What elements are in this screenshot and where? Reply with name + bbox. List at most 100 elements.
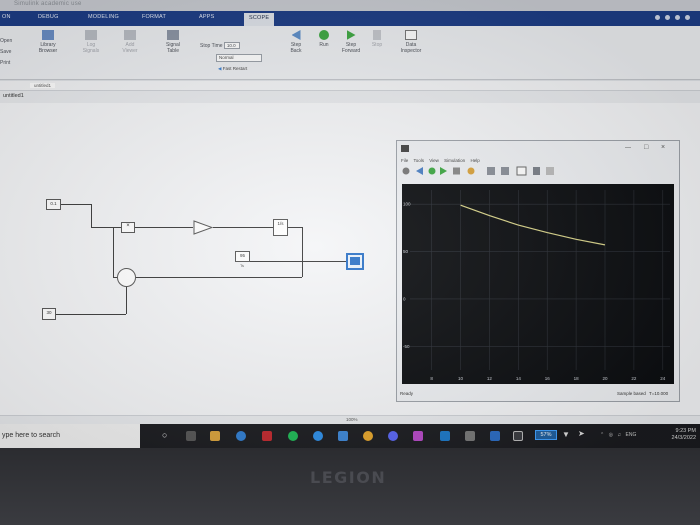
- scope-menu-simulation[interactable]: Simulation: [444, 158, 465, 163]
- tab-format[interactable]: FORMAT: [142, 14, 166, 20]
- model-breadcrumb[interactable]: untitled1: [30, 83, 56, 88]
- wire: [213, 227, 273, 228]
- gain-block[interactable]: [193, 220, 213, 235]
- tab-debug[interactable]: DEBUG: [38, 14, 59, 20]
- print-menu-item[interactable]: Print: [0, 58, 12, 69]
- add-viewer-button[interactable]: Add Viewer: [118, 30, 142, 54]
- telegram-icon[interactable]: [313, 431, 323, 441]
- account-icon[interactable]: [685, 15, 690, 20]
- transfer-function-label: Ts: [240, 263, 244, 268]
- settings-icon[interactable]: [402, 167, 410, 175]
- tab-scope[interactable]: SCOPE: [244, 13, 275, 26]
- transfer-function-block[interactable]: 95: [235, 251, 250, 262]
- edge-icon[interactable]: [236, 431, 246, 441]
- edit-icon[interactable]: [546, 167, 554, 175]
- maximize-icon[interactable]: □: [644, 144, 648, 151]
- taskbar-search[interactable]: ype here to search: [0, 424, 140, 448]
- autoscale-icon[interactable]: [516, 166, 527, 176]
- scope-status-ready: Ready: [400, 391, 414, 396]
- highlight-icon[interactable]: [467, 167, 475, 175]
- step-forward-icon[interactable]: [440, 167, 447, 175]
- scope-plot[interactable]: 8 10 12 14 16 18 20 22 24100500-50: [402, 184, 674, 384]
- windows-taskbar: ype here to search ○ 57% ▼ ➤ ⌃ ◎ ♫ ENG 9…: [0, 424, 700, 448]
- settings-icon[interactable]: [675, 15, 680, 20]
- power-icon[interactable]: ▼: [562, 430, 570, 439]
- screen: Simulink academic use ON DEBUG MODELING …: [0, 0, 700, 448]
- step-back-button[interactable]: Step Back: [286, 30, 306, 54]
- run-icon: [319, 30, 329, 40]
- simulation-mode-select[interactable]: Normal: [216, 54, 262, 62]
- task-view-icon[interactable]: [186, 431, 196, 441]
- constant-block-top[interactable]: 0.1: [46, 199, 61, 210]
- stop-icon: [373, 30, 381, 40]
- x-tick-label: 18: [574, 376, 580, 381]
- tab-on[interactable]: ON: [2, 14, 11, 20]
- y-tick-label: 100: [403, 202, 411, 207]
- zoom-icon[interactable]: [487, 167, 495, 175]
- language-indicator[interactable]: ENG: [626, 432, 637, 438]
- spotify-icon[interactable]: [288, 431, 298, 441]
- discord-icon[interactable]: [388, 431, 398, 441]
- arrow-icon[interactable]: ➤: [578, 429, 585, 438]
- scope-time: T=10.000: [649, 391, 669, 396]
- zoom-x-icon[interactable]: [501, 167, 509, 175]
- minimize-icon[interactable]: —: [625, 145, 631, 151]
- matlab-icon[interactable]: [262, 431, 272, 441]
- scope-menu-view[interactable]: View: [429, 158, 439, 163]
- app-icon[interactable]: [513, 431, 523, 441]
- chevron-up-icon[interactable]: ⌃: [600, 432, 604, 438]
- file-explorer-icon[interactable]: [210, 431, 220, 441]
- stop-icon[interactable]: [453, 167, 460, 175]
- stop-button[interactable]: Stop: [370, 30, 384, 48]
- scope-statusbar: Ready Sample based T=10.000: [397, 388, 681, 402]
- help-icon[interactable]: [655, 15, 660, 20]
- saturation-block[interactable]: 1/s: [273, 219, 288, 236]
- network-icon[interactable]: ◎: [609, 432, 613, 438]
- add-viewer-icon: [124, 30, 136, 40]
- step-back-icon[interactable]: [416, 167, 423, 175]
- word-icon[interactable]: [338, 431, 348, 441]
- ribbon-toolstrip: Open Save Print Library Browser LIBRARY …: [0, 26, 700, 104]
- sum-block[interactable]: [117, 268, 136, 287]
- battery-indicator[interactable]: 57%: [535, 430, 557, 440]
- log-signals-button[interactable]: Log Signals: [80, 30, 102, 54]
- data-inspector-button[interactable]: Data Inspector: [398, 30, 424, 54]
- clock[interactable]: 9:23 PM 24/3/2022: [672, 428, 696, 442]
- photo-of-laptop-screen: Simulink academic use ON DEBUG MODELING …: [0, 0, 700, 525]
- app-icon[interactable]: [440, 431, 450, 441]
- fast-restart-button[interactable]: ◀ Fast Restart: [218, 66, 247, 72]
- constant-block-bottom[interactable]: 30: [42, 308, 56, 320]
- scope-menu-help[interactable]: Help: [470, 158, 479, 163]
- close-icon[interactable]: ×: [661, 144, 665, 151]
- notification-icon[interactable]: [665, 15, 670, 20]
- data-inspector-icon: [405, 30, 417, 40]
- scope-block[interactable]: [346, 253, 364, 270]
- save-menu-item[interactable]: Save: [0, 47, 12, 58]
- tab-apps[interactable]: APPS: [199, 14, 214, 20]
- scope-menu-tools[interactable]: Tools: [413, 158, 424, 163]
- step-forward-button[interactable]: Step Forward: [340, 30, 362, 54]
- volume-icon[interactable]: ♫: [617, 432, 621, 438]
- search-placeholder: ype here to search: [2, 432, 60, 439]
- cursor-icon[interactable]: [533, 167, 540, 175]
- product-block[interactable]: ×: [121, 222, 135, 233]
- library-browser-button[interactable]: Library Browser: [34, 30, 62, 54]
- word-doc-icon[interactable]: [490, 431, 500, 441]
- cortana-icon[interactable]: ○: [162, 430, 167, 440]
- scope-menu-file[interactable]: File: [401, 158, 408, 163]
- scope-block-icon: [350, 257, 360, 265]
- run-icon[interactable]: [428, 167, 436, 175]
- log-signals-icon: [85, 30, 97, 40]
- calculator-icon[interactable]: [465, 431, 475, 441]
- stop-time-field[interactable]: 10.0: [223, 42, 240, 49]
- open-menu-item[interactable]: Open: [0, 36, 12, 47]
- model-tab[interactable]: untitled1: [3, 93, 24, 99]
- app-icon[interactable]: [413, 431, 423, 441]
- tab-modeling[interactable]: MODELING: [88, 14, 119, 20]
- clock-time: 9:23 PM: [675, 428, 696, 434]
- chrome-icon[interactable]: [363, 431, 373, 441]
- system-tray: ⌃ ◎ ♫ ENG: [600, 432, 636, 438]
- window-controls: [655, 15, 690, 20]
- signal-table-button[interactable]: Signal Table: [160, 30, 186, 54]
- run-button[interactable]: Run: [316, 30, 332, 48]
